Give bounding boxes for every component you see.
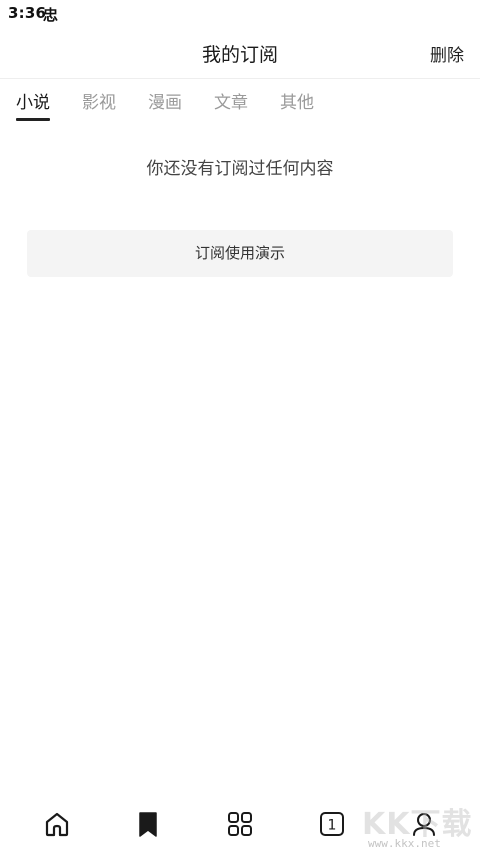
- tab-label: 漫画: [148, 93, 182, 113]
- grid-icon: [228, 812, 252, 836]
- header: 我的订阅 删除: [0, 30, 480, 78]
- nav-profile[interactable]: [409, 809, 439, 839]
- tab-video[interactable]: 影视: [82, 88, 116, 113]
- home-icon: [45, 812, 69, 837]
- page-title: 我的订阅: [201, 44, 278, 66]
- delete-button[interactable]: 删除: [430, 41, 464, 66]
- tab-label: 影视: [82, 93, 116, 113]
- tab-count-icon: 1: [320, 812, 344, 836]
- nav-subscriptions[interactable]: [133, 809, 163, 839]
- notification-app-icon: 忠: [43, 6, 59, 24]
- tab-comic[interactable]: 漫画: [148, 88, 182, 113]
- empty-state-message: 你还没有订阅过任何内容: [146, 159, 334, 179]
- tab-novel[interactable]: 小说: [16, 88, 50, 121]
- tab-label: 小说: [16, 93, 50, 113]
- bottom-navigation: 1: [0, 795, 480, 853]
- nav-home[interactable]: [42, 809, 72, 839]
- header-divider: [0, 78, 480, 79]
- status-time: 3:36: [8, 4, 47, 22]
- nav-tabs[interactable]: 1: [317, 809, 347, 839]
- tab-label: 其他: [280, 93, 314, 113]
- nav-discover[interactable]: [225, 809, 255, 839]
- tab-label: 文章: [214, 93, 248, 113]
- bookmark-icon: [139, 812, 157, 837]
- active-tab-indicator: [16, 118, 50, 121]
- category-tabs: 小说 影视 漫画 文章 其他: [0, 88, 480, 124]
- tab-article[interactable]: 文章: [214, 88, 248, 113]
- tab-count: 1: [328, 818, 337, 834]
- tab-other[interactable]: 其他: [280, 88, 314, 113]
- subscription-demo-button[interactable]: 订阅使用演示: [27, 230, 453, 277]
- profile-icon: [413, 813, 435, 836]
- status-bar: 3:36 忠: [0, 0, 480, 28]
